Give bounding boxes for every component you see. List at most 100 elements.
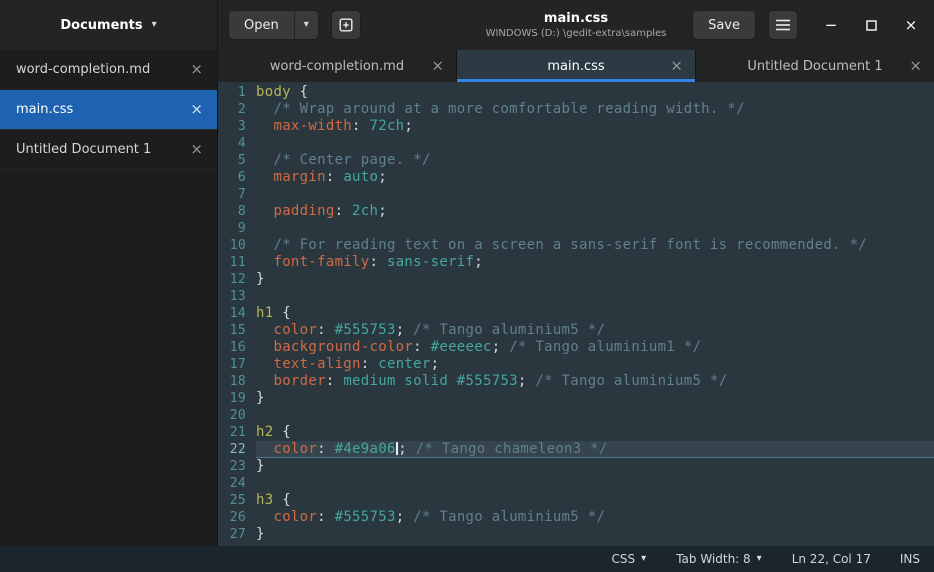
line-number: 7 (218, 186, 256, 203)
open-split-button: Open ▾ (228, 10, 319, 40)
tab-label: word-completion.md (270, 59, 404, 74)
code-text: } (256, 390, 934, 407)
close-button[interactable]: × (898, 12, 924, 38)
documents-panel: word-completion.md×main.css×Untitled Doc… (0, 50, 218, 546)
close-icon[interactable]: × (907, 59, 924, 74)
headerbar: Documents ▾ Open ▾ (0, 0, 934, 50)
line-number: 25 (218, 492, 256, 509)
code-line[interactable]: 14h1 { (218, 305, 934, 322)
minimize-button[interactable]: − (818, 12, 844, 38)
tab-main-css[interactable]: main.css × (457, 50, 696, 82)
close-icon[interactable]: × (668, 59, 685, 74)
chevron-down-icon: ▾ (641, 554, 646, 564)
code-text: margin: auto; (256, 169, 934, 186)
code-line[interactable]: 15 color: #555753; /* Tango aluminium5 *… (218, 322, 934, 339)
code-line[interactable]: 8 padding: 2ch; (218, 203, 934, 220)
open-dropdown-button[interactable]: ▾ (294, 10, 319, 40)
line-number: 6 (218, 169, 256, 186)
window-controls: − × (818, 12, 924, 38)
close-icon: × (905, 16, 918, 34)
code-line[interactable]: 9 (218, 220, 934, 237)
chevron-down-icon: ▾ (152, 20, 157, 30)
code-text: max-width: 72ch; (256, 118, 934, 135)
close-icon[interactable]: × (188, 62, 205, 77)
line-number: 15 (218, 322, 256, 339)
documents-label: Documents (60, 18, 142, 33)
new-tab-button[interactable] (331, 10, 361, 40)
maximize-button[interactable] (858, 12, 884, 38)
code-text: /* Wrap around at a more comfortable rea… (256, 101, 934, 118)
close-icon[interactable]: × (188, 142, 205, 157)
code-line[interactable]: 10 /* For reading text on a screen a san… (218, 237, 934, 254)
line-number: 5 (218, 152, 256, 169)
code-line[interactable]: 20 (218, 407, 934, 424)
code-text (256, 475, 934, 492)
line-number: 2 (218, 101, 256, 118)
code-line[interactable]: 16 background-color: #eeeeec; /* Tango a… (218, 339, 934, 356)
code-line[interactable]: 12} (218, 271, 934, 288)
code-line[interactable]: 4 (218, 135, 934, 152)
tab-label: main.css (547, 59, 604, 74)
code-line[interactable]: 2 /* Wrap around at a more comfortable r… (218, 101, 934, 118)
code-line[interactable]: 6 margin: auto; (218, 169, 934, 186)
window-title-block: main.css WINDOWS (D:) \gedit-extra\sampl… (486, 11, 667, 39)
line-number: 13 (218, 288, 256, 305)
code-text: body { (256, 84, 934, 101)
line-number: 8 (218, 203, 256, 220)
code-text: h2 { (256, 424, 934, 441)
code-line[interactable]: 25h3 { (218, 492, 934, 509)
cursor-position: Ln 22, Col 17 (777, 546, 886, 572)
sidebar-item-main-css[interactable]: main.css× (0, 90, 217, 130)
code-text: text-align: center; (256, 356, 934, 373)
new-tab-icon (338, 17, 354, 33)
open-button[interactable]: Open (228, 10, 294, 40)
sidebar-item-untitled-document-1[interactable]: Untitled Document 1× (0, 130, 217, 170)
editor[interactable]: 1body {2 /* Wrap around at a more comfor… (218, 82, 934, 546)
code-text: /* Center page. */ (256, 152, 934, 169)
close-icon[interactable]: × (188, 102, 205, 117)
code-line[interactable]: 11 font-family: sans-serif; (218, 254, 934, 271)
code-text: padding: 2ch; (256, 203, 934, 220)
tab-untitled-document-1[interactable]: Untitled Document 1 × (696, 50, 934, 82)
documents-menu-button[interactable]: Documents ▾ (60, 18, 156, 33)
maximize-icon (866, 20, 877, 31)
code-line[interactable]: 22 color: #4e9a06; /* Tango chameleon3 *… (218, 441, 934, 458)
code-line[interactable]: 18 border: medium solid #555753; /* Tang… (218, 373, 934, 390)
hamburger-icon (775, 18, 791, 32)
code-line[interactable]: 13 (218, 288, 934, 305)
tab-bar: word-completion.md×main.css×Untitled Doc… (218, 50, 934, 82)
code-text: font-family: sans-serif; (256, 254, 934, 271)
code-line[interactable]: 23} (218, 458, 934, 475)
code-text (256, 135, 934, 152)
code-line[interactable]: 3 max-width: 72ch; (218, 118, 934, 135)
tab-width-selector[interactable]: Tab Width: 8 ▾ (661, 546, 777, 572)
line-number: 1 (218, 84, 256, 101)
tab-width-label: Tab Width: 8 (676, 552, 750, 566)
code-line[interactable]: 27} (218, 526, 934, 543)
save-button[interactable]: Save (692, 10, 756, 40)
code-text: h3 { (256, 492, 934, 509)
code-line[interactable]: 21h2 { (218, 424, 934, 441)
headerbar-left-group: Open ▾ (228, 10, 361, 40)
language-label: CSS (612, 552, 636, 566)
code-line[interactable]: 1body { (218, 84, 934, 101)
code-line[interactable]: 26 color: #555753; /* Tango aluminium5 *… (218, 509, 934, 526)
code-text (256, 407, 934, 424)
menu-button[interactable] (768, 10, 798, 40)
code-line[interactable]: 5 /* Center page. */ (218, 152, 934, 169)
tab-word-completion-md[interactable]: word-completion.md × (218, 50, 457, 82)
minimize-icon: − (825, 16, 838, 34)
code-line[interactable]: 19} (218, 390, 934, 407)
code-line[interactable]: 7 (218, 186, 934, 203)
language-selector[interactable]: CSS ▾ (597, 546, 662, 572)
chevron-down-icon: ▾ (304, 20, 309, 30)
line-number: 17 (218, 356, 256, 373)
code-text: } (256, 271, 934, 288)
tab-label: Untitled Document 1 (747, 59, 882, 74)
close-icon[interactable]: × (429, 59, 446, 74)
document-title: main.css (486, 11, 667, 26)
sidebar-item-word-completion-md[interactable]: word-completion.md× (0, 50, 217, 90)
code-line[interactable]: 17 text-align: center; (218, 356, 934, 373)
line-number: 16 (218, 339, 256, 356)
code-line[interactable]: 24 (218, 475, 934, 492)
